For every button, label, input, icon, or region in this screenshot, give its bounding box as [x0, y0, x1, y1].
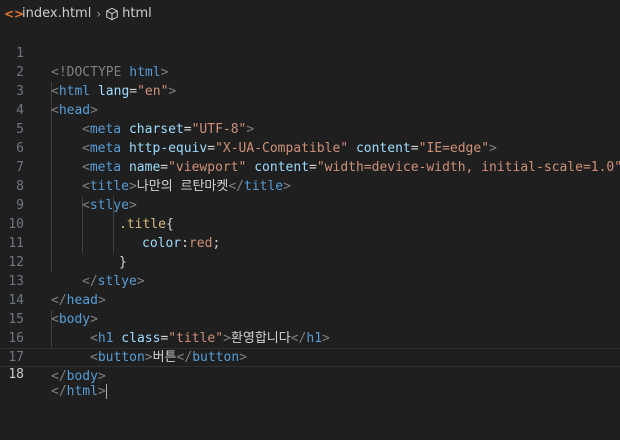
code-line[interactable]: 6 <meta name="viewport" content="width=d… [0, 120, 620, 175]
code-line[interactable]: 16 <button>버튼</button> [0, 310, 620, 365]
code-line[interactable]: 14 <body> [0, 272, 620, 327]
code-line[interactable]: 7 <title>나만의 르탄마켓</title> [0, 139, 620, 194]
breadcrumb-separator: › [96, 6, 102, 21]
code-line[interactable]: 13 </head> [0, 253, 620, 308]
code-line[interactable]: 17 </body> [0, 329, 620, 384]
code-line[interactable]: 5 <meta http-equiv="X-UA-Compatible" con… [0, 101, 620, 156]
code-editor[interactable]: 1 <!DOCTYPE html> 2 <html lang="en"> 3 <… [0, 25, 620, 399]
html-file-icon: <> [4, 6, 25, 21]
code-line[interactable]: 8 <stlye> [0, 158, 620, 213]
code-line[interactable]: 1 <!DOCTYPE html> [0, 25, 620, 80]
code-line[interactable]: 12 </stlye> [0, 234, 620, 289]
code-line-active[interactable]: 18 </html> [0, 348, 620, 399]
line-number: 18 [8, 367, 24, 382]
code-line[interactable]: 3 <head> [0, 63, 620, 118]
code-line[interactable]: 9 .title{ [0, 177, 620, 232]
code-line[interactable]: 4 <meta charset="UTF-8"> [0, 82, 620, 137]
breadcrumb: <> index.html › html [0, 0, 620, 27]
code-line[interactable]: 2 <html lang="en"> [0, 44, 620, 99]
code-line[interactable]: 10 color:red; [0, 196, 620, 251]
breadcrumb-symbol[interactable]: html [122, 6, 152, 21]
code-line[interactable]: 15 <h1 class="title">환영합니다</h1> [0, 291, 620, 346]
code-line[interactable]: 11 } [0, 215, 620, 270]
cube-icon [104, 6, 120, 22]
text-cursor [105, 384, 107, 399]
breadcrumb-file[interactable]: index.html [22, 6, 91, 21]
